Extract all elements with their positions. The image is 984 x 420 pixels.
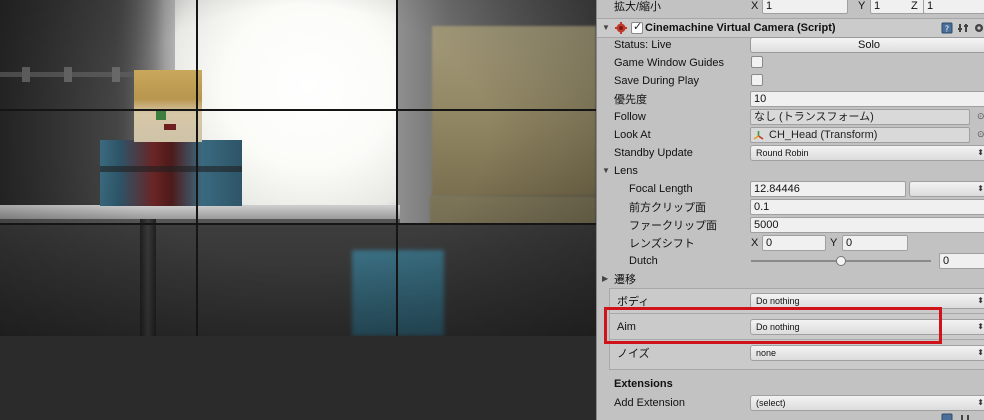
body-value: Do nothing	[756, 296, 800, 306]
inspector-panel: 拡大/縮小 X 1 Y 1 Z 1 ▼ Cinemachine Virtual …	[596, 0, 984, 420]
priority-row: 優先度 10	[597, 90, 984, 108]
scale-x-label: X	[751, 0, 759, 12]
priority-label: 優先度	[614, 94, 647, 106]
guide-line-horizontal	[0, 223, 596, 225]
solo-button[interactable]: Solo	[750, 37, 984, 53]
camera-render	[0, 0, 596, 336]
follow-label: Follow	[614, 111, 646, 123]
save-during-play-row: Save During Play	[597, 72, 984, 90]
noise-label: ノイズ	[617, 348, 650, 360]
scale-y-label: Y	[858, 0, 866, 12]
lens-shift-x-field[interactable]: 0	[762, 235, 826, 251]
preset-icon[interactable]	[957, 22, 969, 34]
scale-z-label: Z	[911, 0, 918, 12]
gear-icon[interactable]	[973, 22, 984, 34]
status-label: Status: Live	[614, 39, 672, 51]
standby-update-dropdown[interactable]: Round Robin ⬍	[750, 145, 984, 161]
look-at-row: Look At CH_Head (Transform) ⊙	[597, 126, 984, 144]
standby-update-row: Standby Update Round Robin ⬍	[597, 144, 984, 162]
noise-row: ノイズ none ⬍	[597, 344, 984, 362]
lens-shift-row: レンズシフト X 0 Y 0	[597, 234, 984, 252]
dropdown-arrow-icon: ⬍	[977, 348, 984, 357]
lens-label: Lens	[614, 165, 638, 177]
near-clip-label: 前方クリップ面	[629, 202, 706, 214]
follow-row: Follow なし (トランスフォーム) ⊙	[597, 108, 984, 126]
dutch-label: Dutch	[629, 255, 658, 267]
svg-text:?: ?	[945, 25, 949, 34]
far-clip-row: ファークリップ面 5000	[597, 216, 984, 234]
dropdown-arrow-icon: ⬍	[977, 184, 984, 193]
focal-length-field[interactable]: 12.84446	[750, 181, 906, 197]
foldout-arrow-icon[interactable]: ▶	[602, 274, 608, 283]
component-enabled-checkbox[interactable]	[631, 20, 643, 34]
lens-shift-label: レンズシフト	[629, 238, 695, 250]
lens-shift-y-label: Y	[830, 237, 838, 249]
standby-update-value: Round Robin	[756, 148, 809, 158]
near-clip-field[interactable]: 0.1	[750, 199, 984, 215]
focal-length-row: Focal Length 12.84446 ⬍	[597, 180, 984, 198]
scale-x-field[interactable]: 1	[762, 0, 848, 14]
book-icon[interactable]: ?	[941, 22, 953, 34]
transitions-label: 遷移	[614, 274, 636, 286]
lens-shift-y-field[interactable]: 0	[842, 235, 908, 251]
add-extension-row: Add Extension (select) ⬍	[597, 394, 984, 412]
priority-field[interactable]: 10	[750, 91, 984, 107]
game-view[interactable]	[0, 0, 596, 420]
game-window-guides-checkbox[interactable]	[751, 56, 763, 68]
component-title: Cinemachine Virtual Camera (Script)	[645, 22, 836, 34]
dropdown-arrow-icon: ⬍	[977, 148, 984, 157]
cinemachine-script-icon	[615, 22, 627, 34]
standby-update-label: Standby Update	[614, 147, 693, 159]
add-extension-label: Add Extension	[614, 397, 685, 409]
dropdown-arrow-icon: ⬍	[977, 296, 984, 305]
save-during-play-checkbox[interactable]	[751, 74, 763, 86]
object-picker-icon[interactable]: ⊙	[977, 111, 984, 122]
status-row: Status: Live Solo	[597, 36, 984, 54]
foldout-arrow-icon[interactable]: ▼	[602, 23, 610, 32]
guide-line-vertical	[196, 0, 198, 336]
scale-row: 拡大/縮小 X 1 Y 1 Z 1	[597, 0, 984, 15]
noise-dropdown[interactable]: none ⬍	[750, 345, 984, 361]
extensions-title: Extensions	[614, 378, 673, 390]
guide-line-horizontal	[0, 109, 596, 111]
dutch-row: Dutch 0	[597, 252, 984, 270]
lens-shift-x-label: X	[751, 237, 759, 249]
look-at-label: Look At	[614, 129, 651, 141]
aim-highlight-box	[604, 307, 942, 344]
look-at-object-field[interactable]: CH_Head (Transform)	[750, 127, 970, 143]
game-window-guides-label: Game Window Guides	[614, 57, 725, 69]
near-clip-row: 前方クリップ面 0.1	[597, 198, 984, 216]
far-clip-label: ファークリップ面	[629, 220, 717, 232]
follow-object-field[interactable]: なし (トランスフォーム)	[750, 109, 970, 125]
foldout-arrow-icon[interactable]: ▼	[602, 166, 610, 175]
dropdown-arrow-icon: ⬍	[977, 398, 984, 407]
focal-length-label: Focal Length	[629, 183, 693, 195]
save-during-play-label: Save During Play	[614, 75, 699, 87]
scene-vignette	[0, 0, 596, 336]
game-window-guides-row: Game Window Guides	[597, 54, 984, 72]
guide-line-vertical	[396, 0, 398, 336]
component-header[interactable]: ▼ Cinemachine Virtual Camera (Script) ?	[597, 18, 984, 38]
add-extension-value: (select)	[756, 398, 786, 408]
book-icon[interactable]	[941, 413, 953, 420]
focal-length-preset-dropdown[interactable]: ⬍	[909, 181, 984, 197]
object-picker-icon[interactable]: ⊙	[977, 129, 984, 140]
transitions-row[interactable]: ▶ 遷移	[597, 270, 984, 288]
scale-label: 拡大/縮小	[614, 1, 662, 13]
add-extension-dropdown[interactable]: (select) ⬍	[750, 395, 984, 411]
transform-icon	[753, 131, 764, 140]
preset-icon[interactable]	[959, 413, 971, 420]
dutch-slider-thumb[interactable]	[836, 256, 846, 266]
noise-value: none	[756, 348, 777, 358]
dropdown-arrow-icon: ⬍	[977, 322, 984, 331]
lens-row[interactable]: ▼ Lens	[597, 162, 984, 180]
look-at-value: CH_Head (Transform)	[769, 129, 878, 141]
far-clip-field[interactable]: 5000	[750, 217, 984, 233]
dutch-field[interactable]: 0	[939, 253, 984, 269]
scale-z-field[interactable]: 1	[923, 0, 984, 14]
